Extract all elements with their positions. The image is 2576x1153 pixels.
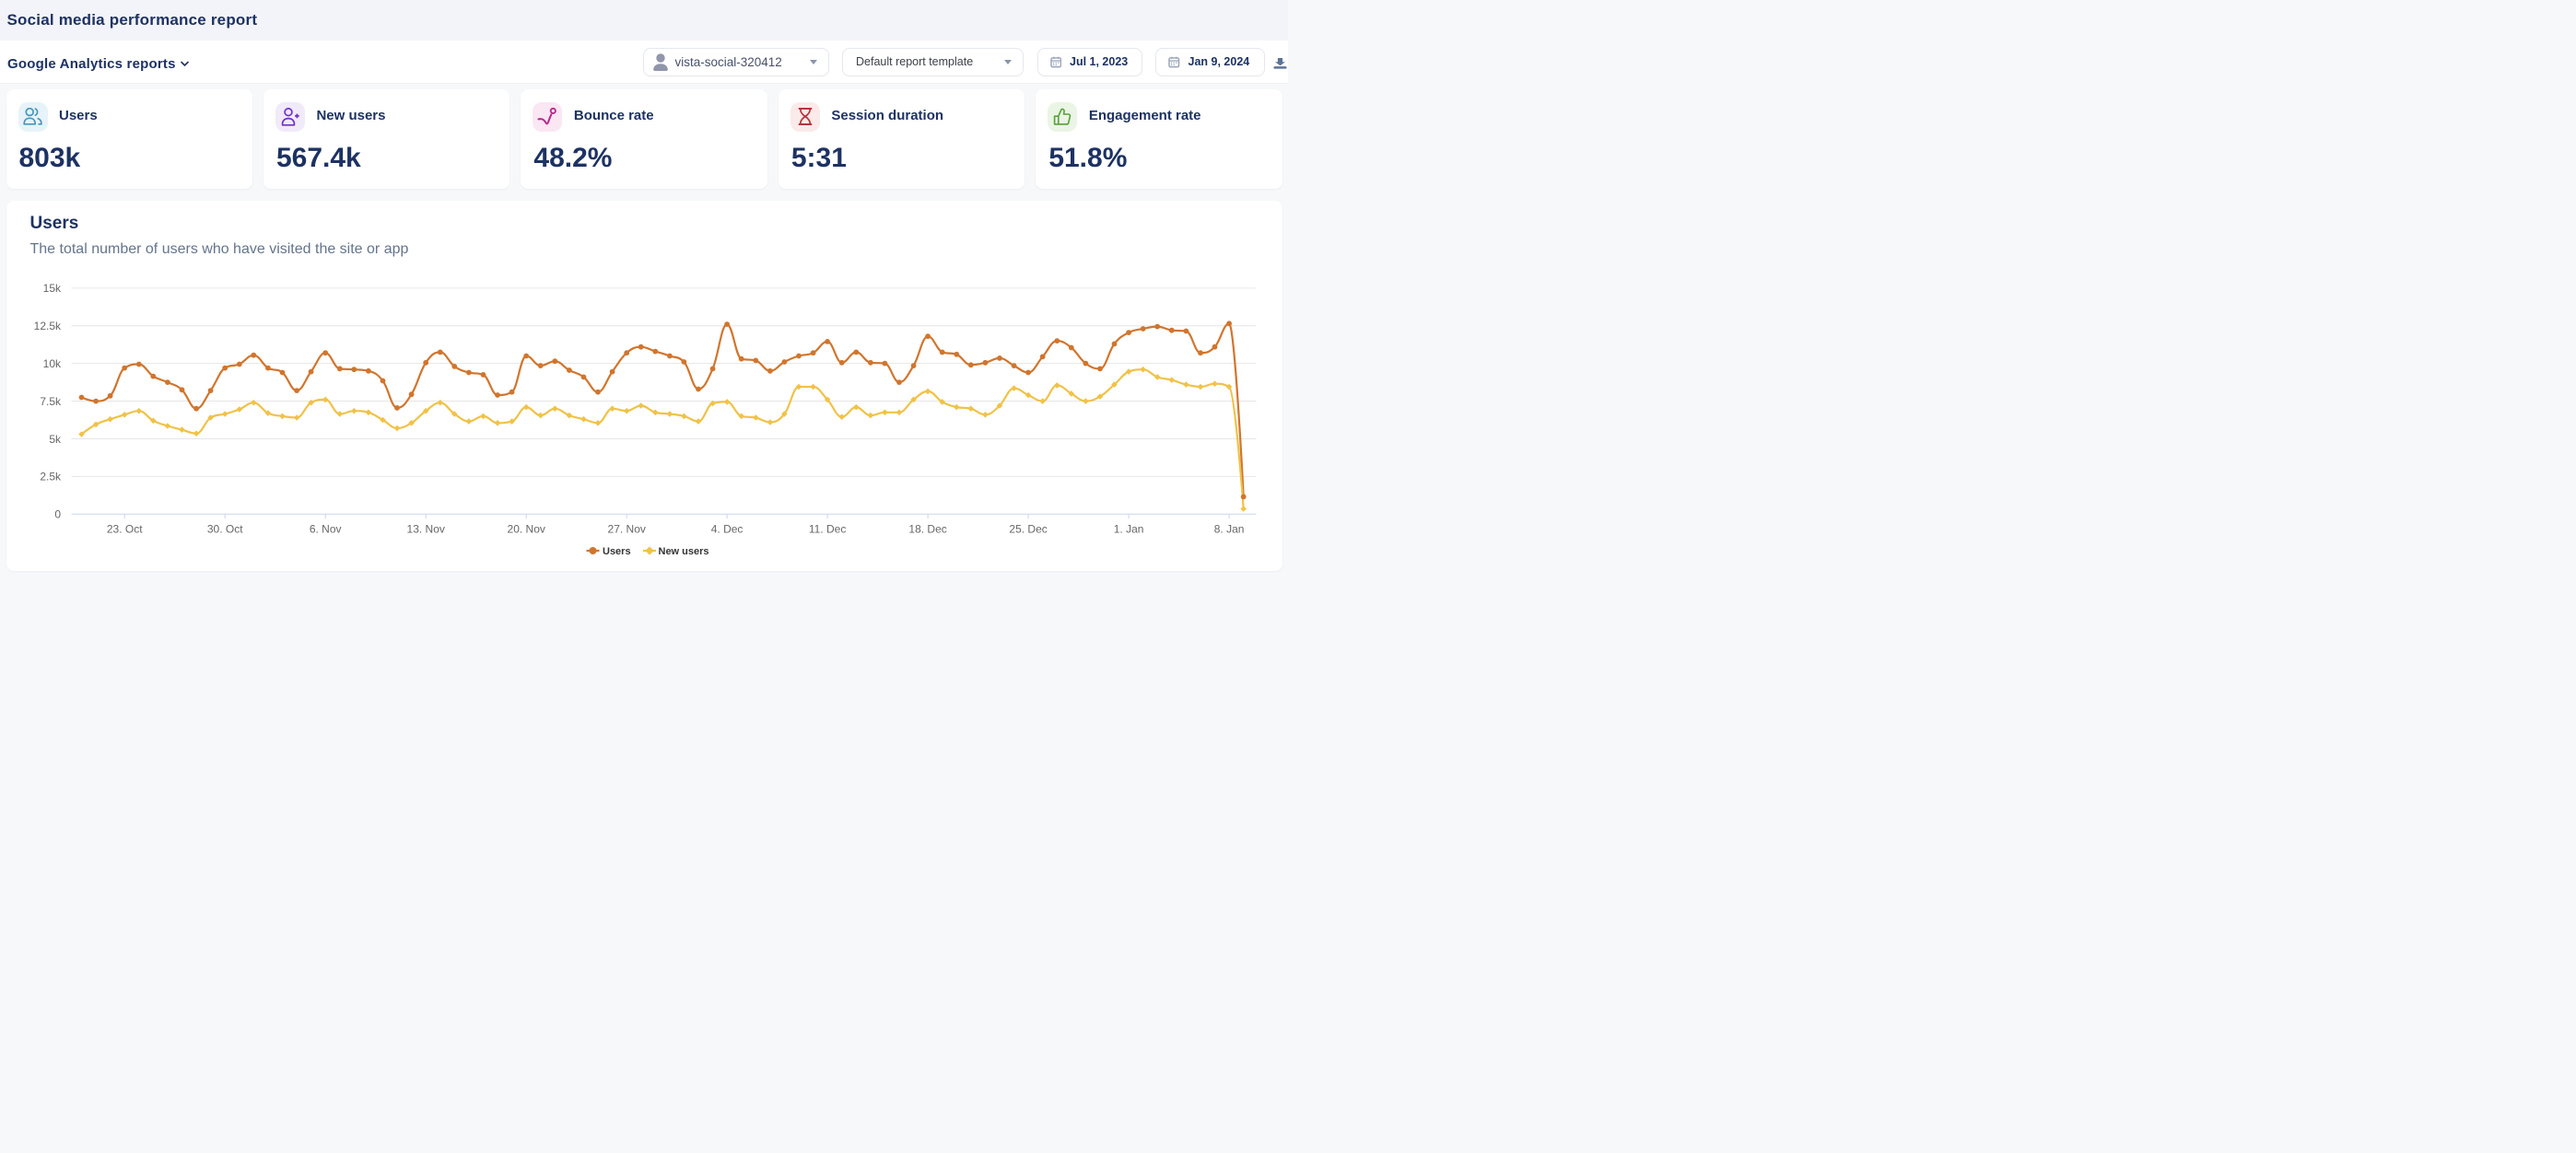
svg-text:8. Jan: 8. Jan — [1214, 523, 1245, 536]
svg-text:5k: 5k — [49, 433, 62, 446]
svg-text:27. Nov: 27. Nov — [608, 523, 646, 536]
svg-text:0: 0 — [54, 508, 61, 521]
svg-text:7.5k: 7.5k — [40, 395, 62, 408]
svg-text:11. Dec: 11. Dec — [809, 523, 846, 536]
svg-text:13. Nov: 13. Nov — [407, 523, 445, 536]
svg-text:New users: New users — [659, 546, 709, 557]
svg-text:25. Dec: 25. Dec — [1009, 523, 1047, 536]
svg-text:15k: 15k — [43, 282, 62, 295]
svg-text:18. Dec: 18. Dec — [908, 523, 946, 536]
svg-text:23. Oct: 23. Oct — [107, 523, 143, 536]
svg-text:1. Jan: 1. Jan — [1114, 523, 1144, 536]
svg-text:2.5k: 2.5k — [40, 471, 62, 483]
svg-text:10k: 10k — [43, 357, 62, 370]
svg-text:4. Dec: 4. Dec — [711, 523, 744, 536]
svg-text:12.5k: 12.5k — [34, 320, 62, 332]
svg-text:30. Oct: 30. Oct — [207, 523, 243, 536]
svg-text:6. Nov: 6. Nov — [310, 523, 342, 536]
svg-text:Users: Users — [603, 546, 631, 557]
svg-text:20. Nov: 20. Nov — [508, 523, 545, 536]
